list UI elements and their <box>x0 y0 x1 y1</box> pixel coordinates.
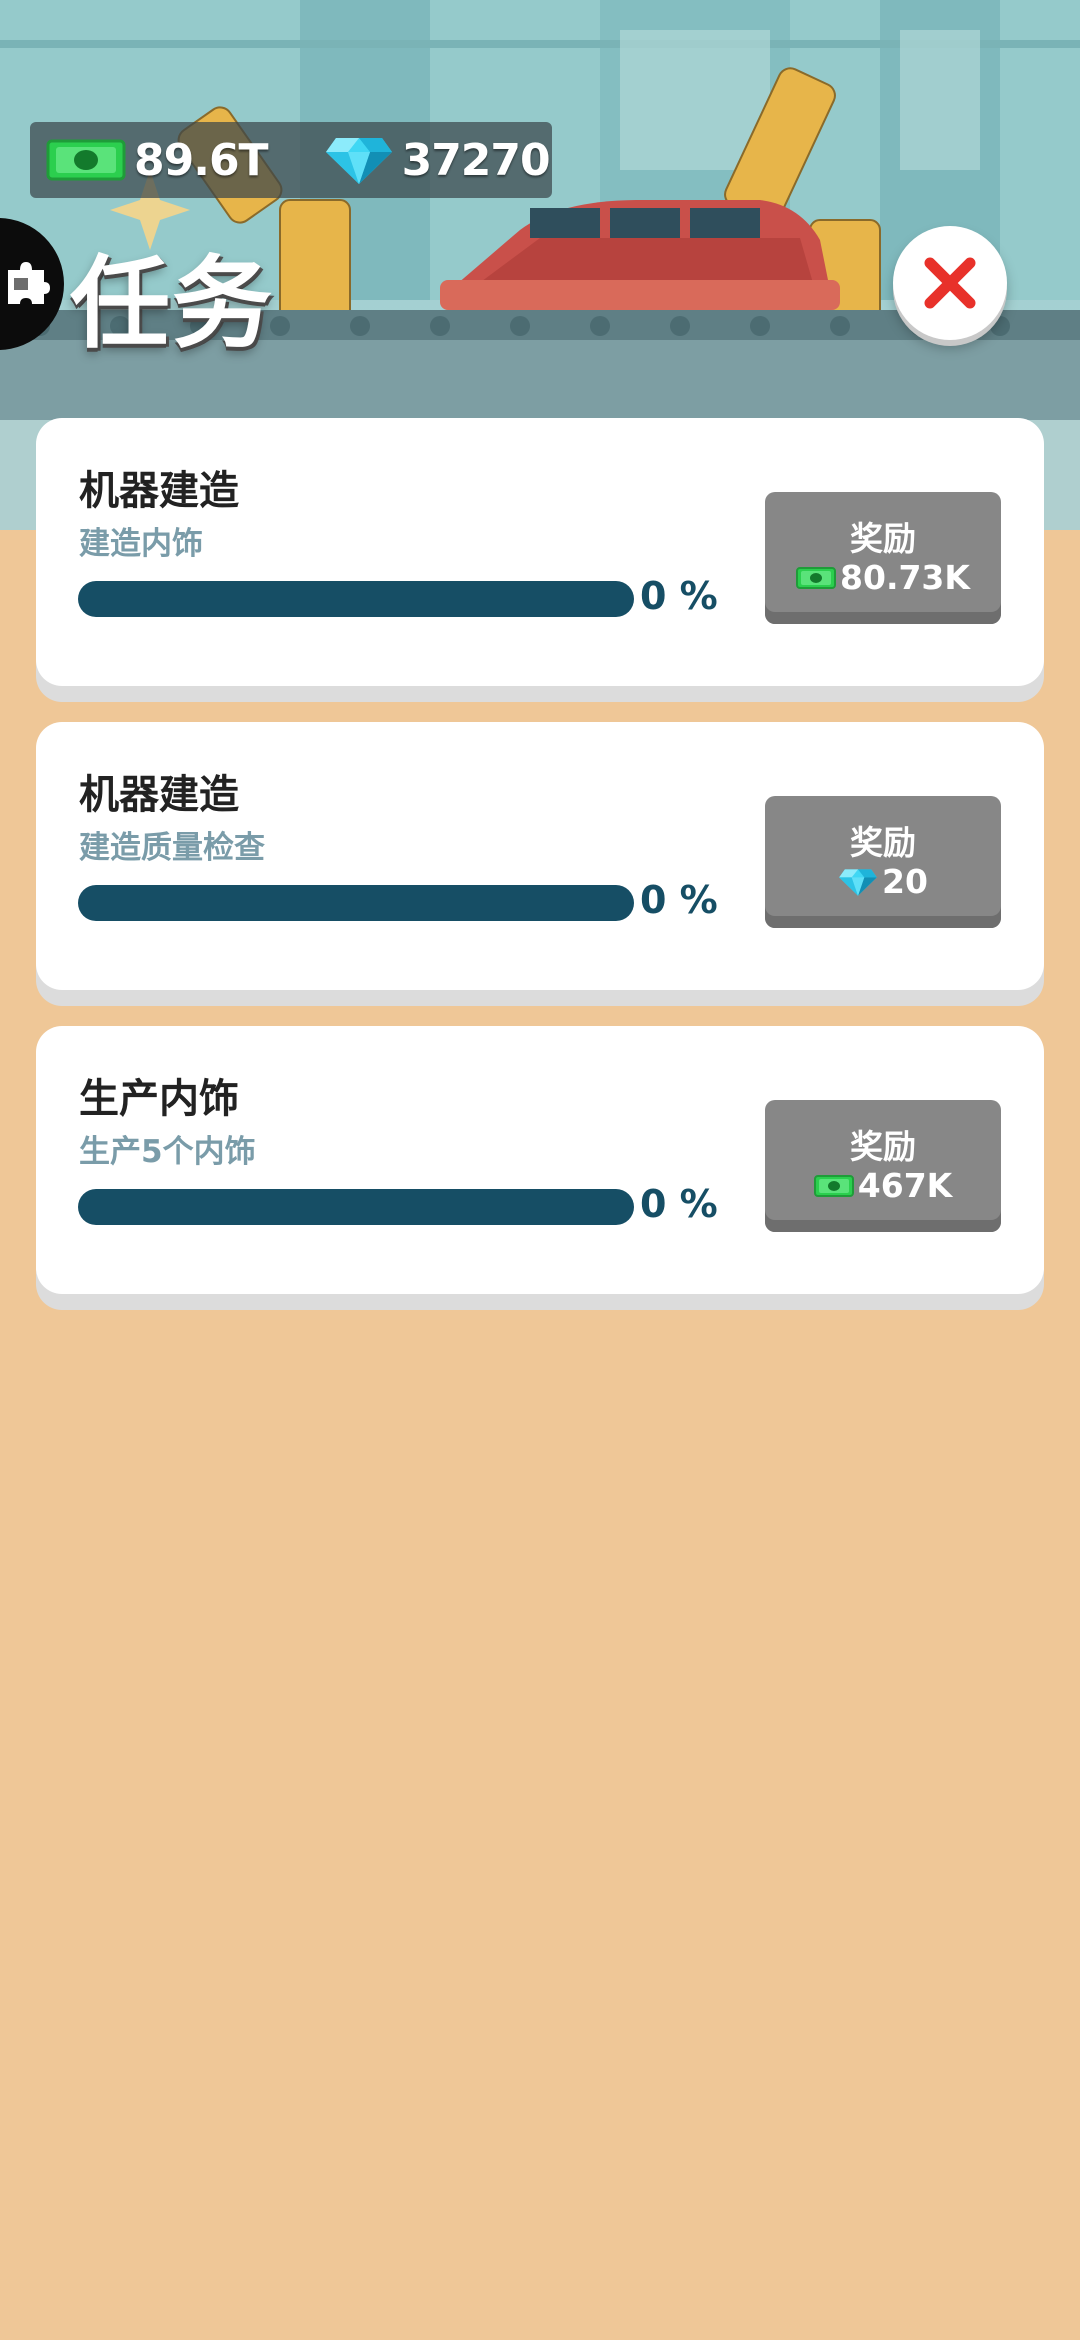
reward-value: 80.73K <box>840 558 970 597</box>
reward-label: 奖励 <box>850 823 916 862</box>
progress-percent: 0 % <box>640 878 718 922</box>
reward-amount-row: 80.73K <box>765 558 1001 597</box>
close-icon <box>924 257 976 309</box>
reward-value: 20 <box>882 862 928 901</box>
mission-title: 机器建造 <box>79 468 239 514</box>
gem-amount: 37270 <box>401 134 551 186</box>
cash-balance: 89.6T <box>46 122 269 198</box>
mission-card: 机器建造 建造质量检查 0 % 奖励 20 <box>36 722 1044 990</box>
reward-amount-row: 20 <box>765 862 1001 901</box>
puzzle-icon <box>8 262 50 304</box>
mission-title: 生产内饰 <box>79 1076 239 1122</box>
progress-percent: 0 % <box>640 1182 718 1226</box>
claim-reward-button[interactable]: 奖励 80.73K <box>765 492 1001 624</box>
cash-icon <box>813 1174 854 1197</box>
mission-card: 机器建造 建造内饰 0 % 奖励 80.73K <box>36 418 1044 686</box>
cash-icon <box>796 566 837 589</box>
cash-icon <box>46 139 126 181</box>
progress-bar <box>78 1189 634 1225</box>
page-title: 任务 <box>70 245 274 362</box>
diamond-icon <box>325 138 392 184</box>
cash-amount: 89.6T <box>134 134 269 186</box>
reward-label: 奖励 <box>850 519 916 558</box>
diamond-icon <box>839 868 877 896</box>
mission-card: 生产内饰 生产5个内饰 0 % 奖励 467K <box>36 1026 1044 1294</box>
close-button[interactable] <box>893 226 1007 340</box>
reward-label: 奖励 <box>850 1127 916 1166</box>
progress-percent: 0 % <box>640 574 718 618</box>
reward-value: 467K <box>857 1166 953 1205</box>
claim-reward-button[interactable]: 奖励 467K <box>765 1100 1001 1232</box>
progress-bar <box>78 581 634 617</box>
claim-reward-button[interactable]: 奖励 20 <box>765 796 1001 928</box>
progress-bar <box>78 885 634 921</box>
reward-amount-row: 467K <box>765 1166 1001 1205</box>
gem-balance: 37270 <box>324 122 551 198</box>
currency-bar: 89.6T 37270 <box>30 122 552 198</box>
mission-subtitle: 生产5个内饰 <box>79 1134 256 1170</box>
mission-subtitle: 建造内饰 <box>79 526 203 562</box>
mission-subtitle: 建造质量检查 <box>79 830 265 866</box>
mission-title: 机器建造 <box>79 772 239 818</box>
